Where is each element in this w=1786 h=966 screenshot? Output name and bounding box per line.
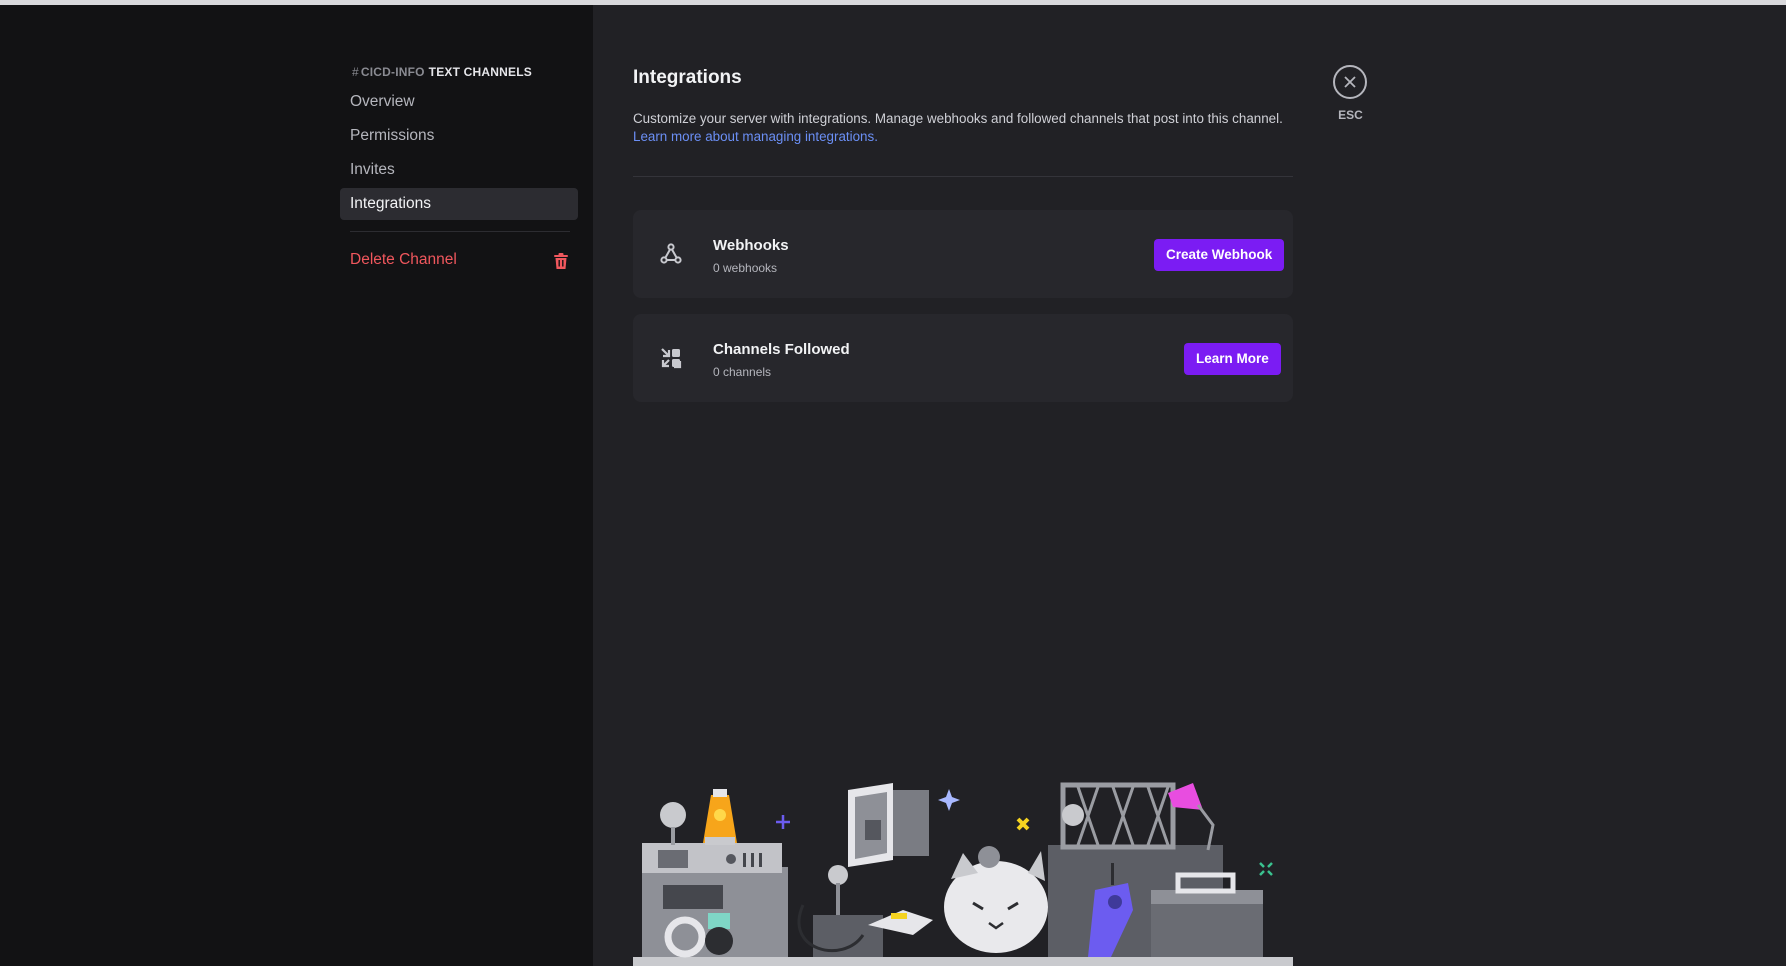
channels-followed-icon: [661, 348, 682, 369]
page-title: Integrations: [633, 67, 742, 88]
close-button[interactable]: [1333, 65, 1367, 99]
category-name: TEXT CHANNELS: [428, 65, 532, 79]
settings-sidebar: # CICD-INFO TEXT CHANNELS Overview Permiss…: [0, 5, 593, 966]
channel-name: CICD-INFO: [360, 65, 425, 79]
create-webhook-button[interactable]: Create Webhook: [1154, 239, 1285, 271]
delete-channel-label: Delete Channel: [350, 251, 457, 268]
page-description: Customize your server with integrations.…: [633, 110, 1313, 146]
learn-more-link[interactable]: Learn more about managing integrations.: [633, 129, 878, 144]
sidebar-item-overview[interactable]: Overview: [340, 86, 578, 118]
description-text: Customize your server with integrations.…: [633, 111, 1283, 126]
channels-followed-card[interactable]: Channels Followed 0 channels Learn More: [633, 314, 1293, 402]
close-icon: [1344, 76, 1356, 88]
webhooks-count: 0 webhooks: [713, 261, 778, 275]
learn-more-button[interactable]: Learn More: [1184, 343, 1281, 375]
channels-followed-count: 0 channels: [713, 365, 772, 379]
channel-hash-icon: #: [352, 65, 359, 79]
channels-followed-title: Channels Followed: [713, 341, 850, 358]
section-divider: [633, 176, 1293, 177]
webhook-icon: [660, 243, 682, 264]
sidebar-item-permissions[interactable]: Permissions: [340, 120, 578, 152]
close-settings[interactable]: ESC: [1333, 65, 1369, 125]
empty-state-illustration: [633, 782, 1293, 966]
trash-icon: [554, 253, 568, 269]
esc-label: ESC: [1338, 108, 1363, 122]
sidebar-header: # CICD-INFO TEXT CHANNELS: [352, 65, 532, 79]
delete-channel-button[interactable]: Delete Channel: [340, 244, 568, 276]
sidebar-divider: [350, 231, 570, 232]
sidebar-item-integrations[interactable]: Integrations: [340, 188, 578, 220]
webhooks-card[interactable]: Webhooks 0 webhooks Create Webhook: [633, 210, 1293, 298]
webhooks-title: Webhooks: [713, 237, 789, 254]
sidebar-item-invites[interactable]: Invites: [340, 154, 578, 186]
